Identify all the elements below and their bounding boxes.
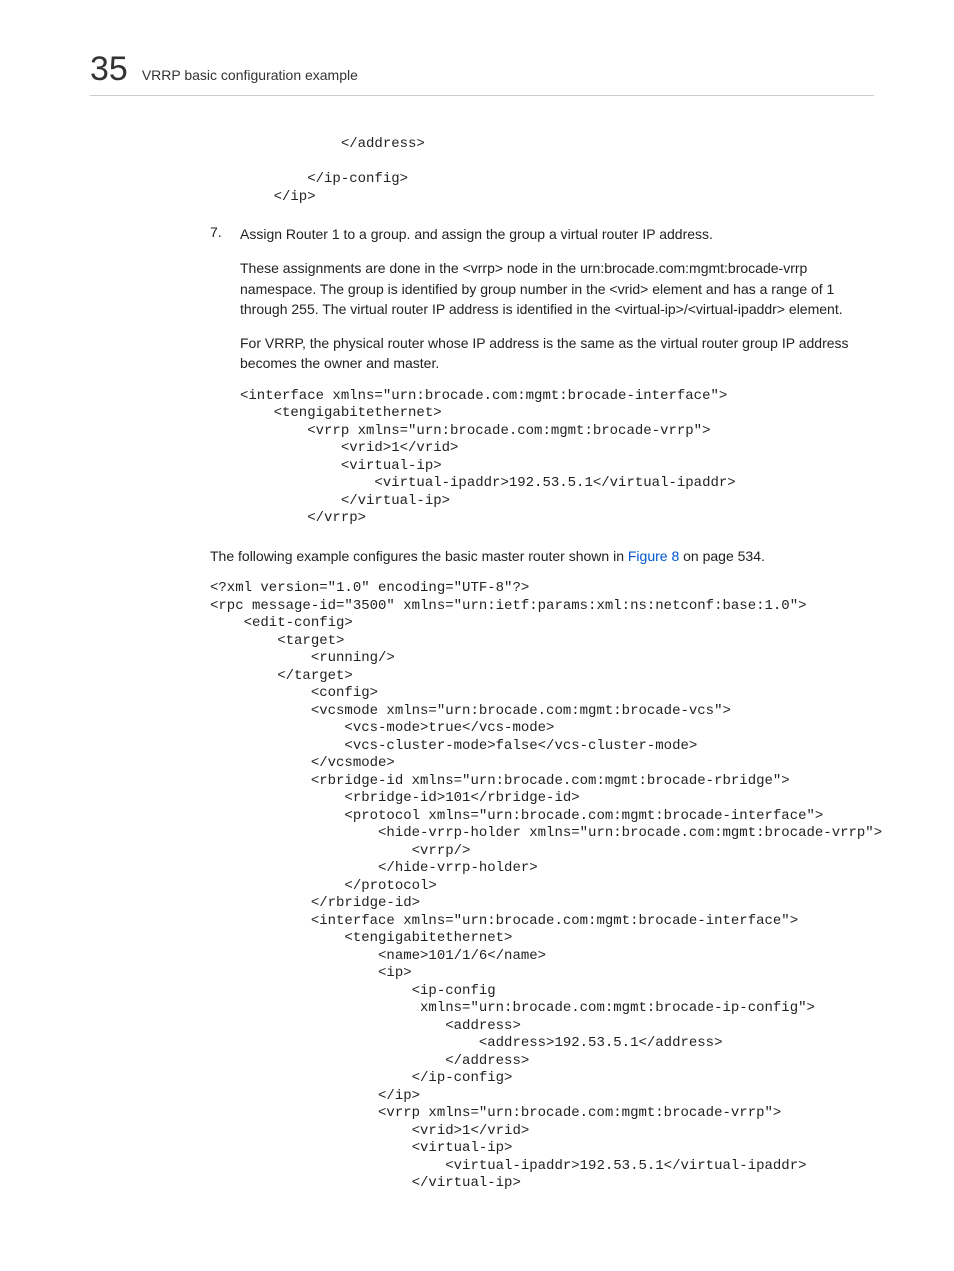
code-block-mid: <interface xmlns="urn:brocade.com:mgmt:b…: [240, 388, 874, 528]
figure-8-link[interactable]: Figure 8: [628, 548, 679, 564]
paragraph-1: These assignments are done in the <vrrp>…: [240, 258, 874, 319]
step-7: 7. Assign Router 1 to a group. and assig…: [240, 224, 874, 244]
paragraph-3: The following example configures the bas…: [210, 546, 874, 566]
paragraph-2: For VRRP, the physical router whose IP a…: [240, 333, 874, 374]
step-text: Assign Router 1 to a group. and assign t…: [240, 224, 713, 244]
body-content: </address> </ip-config> </ip> 7. Assign …: [90, 136, 874, 1193]
step-number: 7.: [210, 224, 240, 240]
para3-post: on page 534.: [679, 548, 765, 564]
chapter-number: 35: [90, 50, 128, 89]
page-header: 35 VRRP basic configuration example: [90, 50, 874, 96]
page-container: 35 VRRP basic configuration example </ad…: [0, 0, 954, 1271]
code-block-top: </address> </ip-config> </ip>: [240, 136, 874, 206]
code-block-bottom: <?xml version="1.0" encoding="UTF-8"?> <…: [210, 580, 874, 1193]
para3-pre: The following example configures the bas…: [210, 548, 628, 564]
section-title: VRRP basic configuration example: [142, 67, 358, 83]
